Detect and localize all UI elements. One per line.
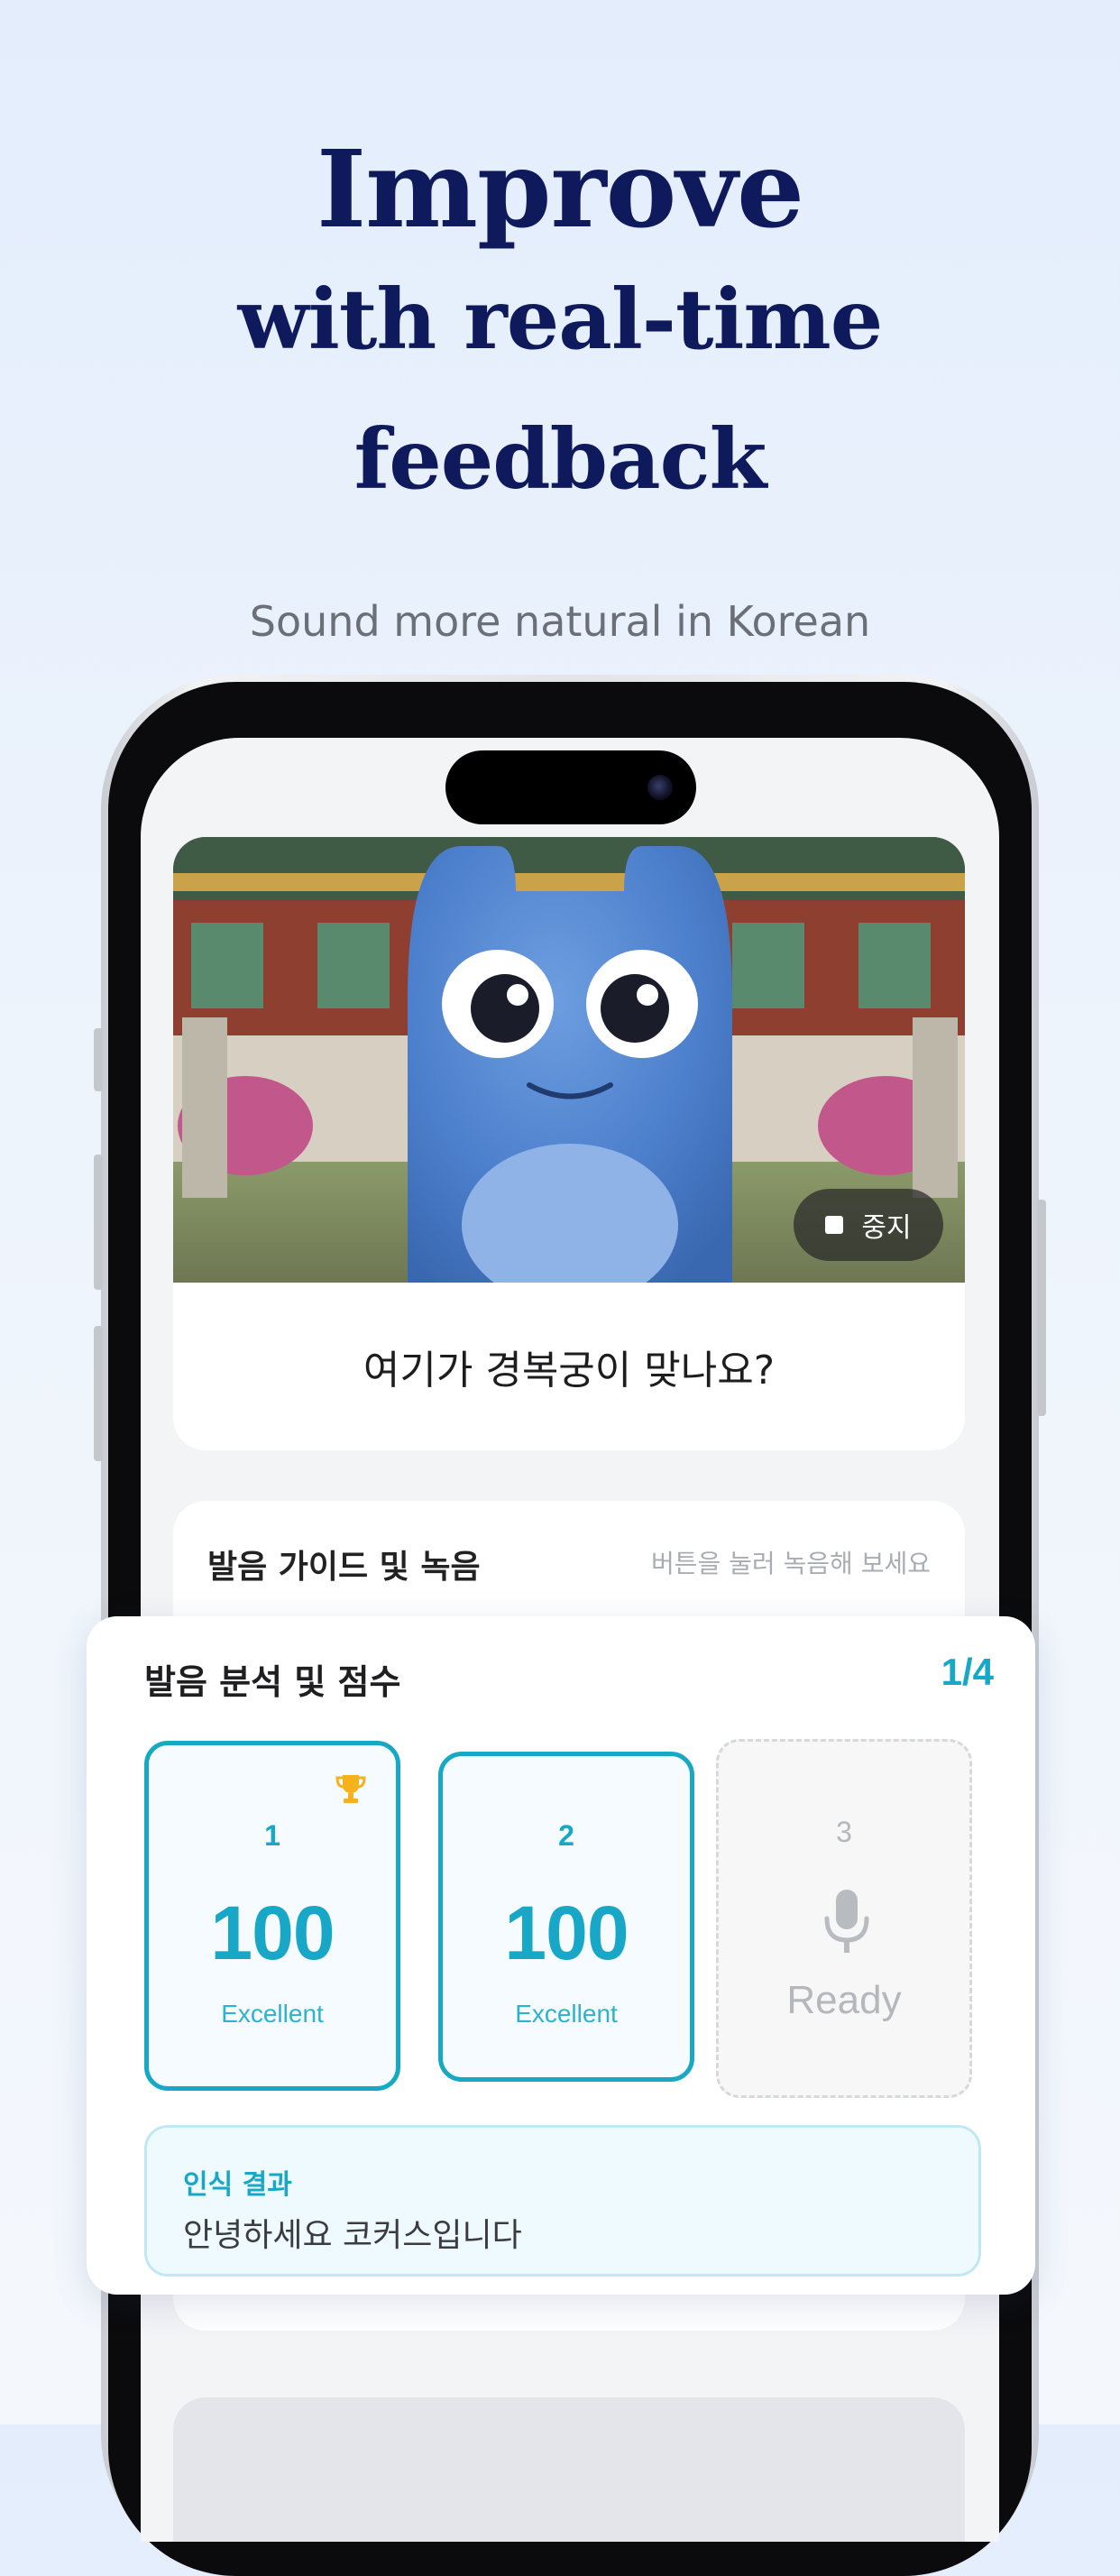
- recognition-result-text: 안녕하세요 코커스입니다: [183, 2217, 522, 2254]
- score-card-3[interactable]: 3 Ready: [716, 1739, 972, 2098]
- lesson-video-card: 중지 여기가 경복궁이 맞나요?: [173, 837, 965, 1450]
- guide-hint: 버튼을 눌러 녹음해 보세요: [650, 1549, 931, 1578]
- phone-volume-down-button: [94, 1326, 103, 1461]
- target-sentence: 여기가 경복궁이 맞나요?: [363, 1348, 776, 1394]
- recognition-result-box: 인식 결과 안녕하세요 코커스입니다: [144, 2125, 981, 2277]
- stop-icon: [825, 1216, 844, 1234]
- phone-action-button: [94, 1028, 103, 1091]
- score-card-3-label: Ready: [786, 1978, 902, 2022]
- subtitle: Sound more natural in Korean: [249, 597, 871, 646]
- pronunciation-analysis-panel: 발음 분석 및 점수 1/4 1 100 Excellent 2 100 Exc…: [87, 1616, 1035, 2295]
- score-card-2-label: Excellent: [515, 2000, 618, 2028]
- score-card-2[interactable]: 2 100 Excellent: [438, 1752, 694, 2082]
- trophy-icon: [335, 1775, 366, 1803]
- next-section-card: [173, 2397, 965, 2542]
- stop-button[interactable]: 중지: [794, 1189, 943, 1261]
- recognition-result-label: 인식 결과: [183, 2169, 292, 2201]
- headline-line-2: with real-time: [237, 271, 884, 368]
- panel-title: 발음 분석 및 점수: [144, 1662, 401, 1702]
- microphone-icon: [824, 1890, 869, 1953]
- score-card-1[interactable]: 1 100 Excellent: [144, 1741, 400, 2091]
- phone-side-button: [1037, 1200, 1046, 1416]
- stop-button-label: 중지: [861, 1213, 912, 1243]
- guide-title: 발음 가이드 및 녹음: [207, 1549, 481, 1586]
- score-card-1-number: 1: [264, 1819, 280, 1852]
- score-card-2-number: 2: [558, 1819, 574, 1852]
- headline-line-3: feedback: [353, 410, 767, 508]
- score-card-2-score: 100: [504, 1891, 629, 1975]
- score-card-1-score: 100: [210, 1891, 335, 1975]
- attempt-counter: 1/4: [941, 1651, 994, 1693]
- phone-volume-up-button: [94, 1155, 103, 1290]
- score-card-3-number: 3: [836, 1816, 852, 1848]
- headline-line-1: Improve: [316, 126, 804, 252]
- front-camera: [647, 775, 673, 800]
- score-card-1-label: Excellent: [221, 2000, 324, 2028]
- dynamic-island: [445, 750, 696, 824]
